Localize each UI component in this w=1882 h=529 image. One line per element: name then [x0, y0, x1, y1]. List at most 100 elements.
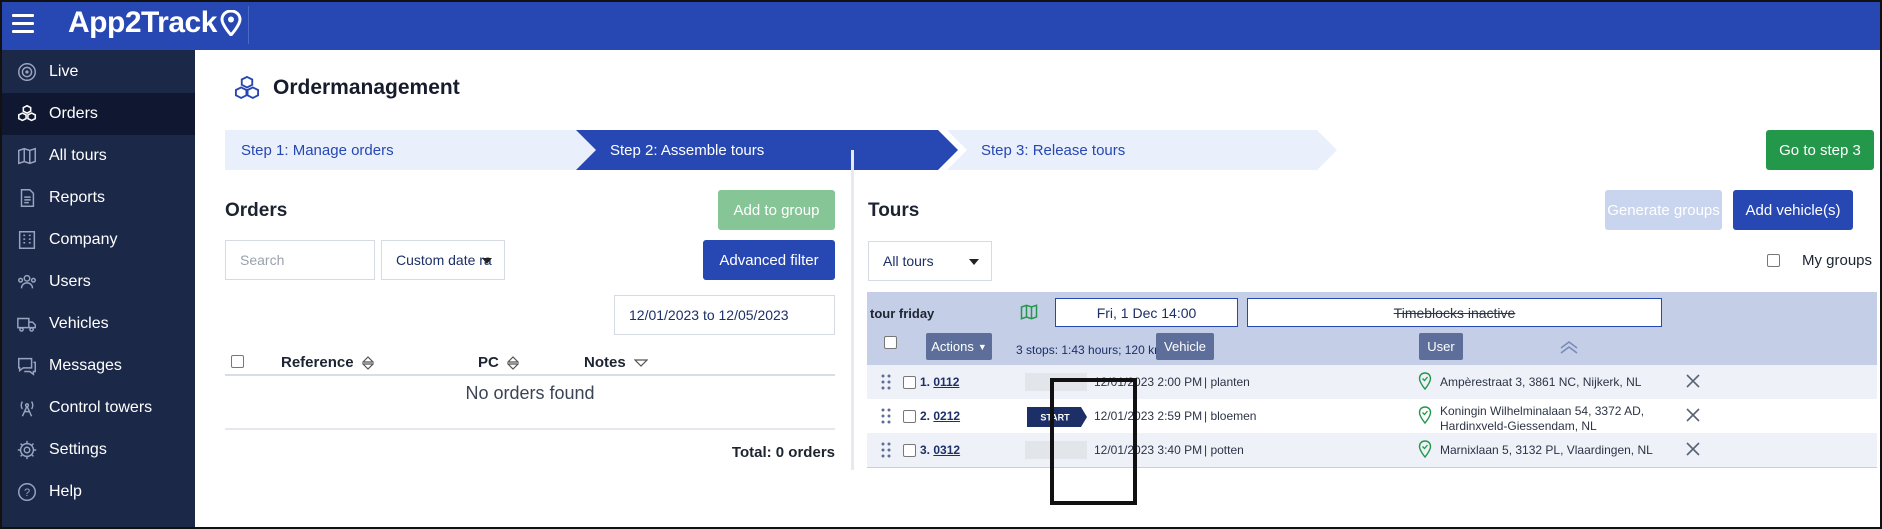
caret-down-icon: ▼: [977, 341, 987, 352]
location-pin-icon: [1418, 406, 1432, 424]
tours-filter-select[interactable]: All tours: [868, 241, 992, 281]
add-vehicles-button[interactable]: Add vehicle(s): [1733, 190, 1853, 230]
sidebar-item-label: Help: [49, 483, 82, 500]
step-2-assemble-tours[interactable]: Step 2: Assemble tours: [576, 130, 958, 170]
date-range-field[interactable]: 12/01/2023 to 12/05/2023: [614, 295, 835, 335]
boxes-icon: [234, 75, 260, 99]
svg-text:?: ?: [24, 487, 30, 499]
start-flag: START: [1027, 407, 1087, 427]
tour-summary: 3 stops: 1:43 hours; 120 km: [1016, 343, 1165, 357]
page-title: Ordermanagement: [233, 74, 460, 102]
stop-checkbox[interactable]: [903, 444, 916, 457]
sidebar-item-label: All tours: [49, 147, 107, 164]
generate-groups-button[interactable]: Generate groups: [1605, 190, 1722, 230]
add-to-group-button[interactable]: Add to group: [718, 190, 835, 230]
go-to-step-3-button[interactable]: Go to step 3: [1766, 130, 1874, 170]
app-window: App2Track Live Orders All tours Reports …: [0, 0, 1882, 529]
column-notes[interactable]: Notes: [584, 354, 648, 371]
chevron-down-icon: [482, 258, 492, 264]
stop-row[interactable]: 2. 0212 START 12/01/2023 2:59 PM | bloem…: [867, 399, 1877, 433]
users-icon: [15, 270, 39, 294]
sidebar-item-vehicles[interactable]: Vehicles: [2, 303, 195, 345]
tour-card: tour friday Fri, 1 Dec 14:00 Timeblocks …: [867, 292, 1877, 468]
step-label: Step 2: Assemble tours: [610, 141, 765, 159]
stop-index: 2.: [920, 409, 931, 423]
column-reference[interactable]: Reference: [281, 354, 374, 371]
location-pin-icon: [1418, 440, 1432, 458]
actions-label: Actions: [931, 339, 974, 354]
stop-number: 1. 0112: [920, 375, 959, 389]
main-content: Ordermanagement Step 1: Manage orders St…: [195, 50, 1880, 527]
sidebar-item-settings[interactable]: Settings: [2, 429, 195, 471]
column-pc[interactable]: PC: [478, 354, 519, 371]
sidebar-item-reports[interactable]: Reports: [2, 177, 195, 219]
close-icon[interactable]: [1685, 441, 1701, 457]
empty-status-cell: [1025, 373, 1087, 391]
hamburger-menu-icon[interactable]: [12, 14, 34, 34]
tour-date-field[interactable]: Fri, 1 Dec 14:00: [1055, 298, 1238, 327]
tour-name: tour friday: [870, 306, 935, 321]
stop-checkbox[interactable]: [903, 410, 916, 423]
brand-name: App2Track: [68, 6, 217, 39]
timeblocks-field[interactable]: Timeblocks inactive: [1247, 298, 1662, 327]
stop-reference-link[interactable]: 0212: [933, 409, 960, 423]
stop-address: Ampèrestraat 3, 3861 NC, Nijkerk, NL: [1440, 375, 1642, 389]
my-groups-checkbox[interactable]: [1767, 254, 1780, 267]
date-filter-select[interactable]: Custom date ra: [381, 240, 505, 280]
orders-total: Total: 0 orders: [731, 444, 835, 461]
user-button[interactable]: User: [1419, 333, 1463, 360]
messages-icon: [15, 354, 39, 378]
drag-handle-icon[interactable]: [881, 374, 891, 390]
sidebar-item-users[interactable]: Users: [2, 261, 195, 303]
my-groups-label: My groups: [1802, 252, 1873, 269]
sidebar-item-label: Control towers: [49, 399, 153, 416]
truck-icon: [15, 312, 39, 336]
sort-descending-icon: [633, 358, 648, 367]
sidebar: Live Orders All tours Reports Company Us…: [2, 50, 195, 527]
top-bar: App2Track: [2, 2, 1880, 50]
my-groups-toggle[interactable]: My groups: [1767, 252, 1872, 269]
stop-number: 2. 0212: [920, 409, 960, 423]
collapse-chevron-icon[interactable]: [1559, 339, 1579, 355]
stop-row[interactable]: 3. 0312 12/01/2023 3:40 PM | potten Marn…: [867, 433, 1877, 467]
sidebar-item-help[interactable]: ? Help: [2, 471, 195, 513]
advanced-filter-button[interactable]: Advanced filter: [703, 240, 835, 280]
drag-handle-icon[interactable]: [881, 408, 891, 424]
antenna-icon: [15, 396, 39, 420]
actions-dropdown-button[interactable]: Actions ▼: [926, 333, 992, 360]
step-3-release-tours[interactable]: Step 3: Release tours: [947, 130, 1337, 170]
stop-index: 1.: [920, 375, 931, 389]
stop-checkbox[interactable]: [903, 376, 916, 389]
vehicle-button[interactable]: Vehicle: [1156, 333, 1214, 360]
orders-title: Orders: [225, 200, 288, 221]
empty-state-message: No orders found: [465, 383, 595, 403]
stop-reference-link[interactable]: 0112: [933, 375, 959, 389]
map-icon: [15, 144, 39, 168]
orders-table-header: Reference PC Notes: [225, 350, 835, 376]
stop-row[interactable]: 1. 0112 12/01/2023 2:00 PM | planten Amp…: [867, 365, 1877, 399]
brand-logo[interactable]: App2Track: [68, 6, 242, 40]
location-pin-icon: [220, 10, 242, 36]
close-icon[interactable]: [1685, 373, 1701, 389]
sidebar-item-label: Reports: [49, 189, 106, 206]
step-label: Step 3: Release tours: [981, 141, 1126, 159]
drag-handle-icon[interactable]: [881, 442, 891, 458]
map-icon[interactable]: [1019, 302, 1039, 322]
stop-reference-link[interactable]: 0312: [933, 443, 960, 457]
stop-address: Marnixlaan 5, 3132 PL, Vlaardingen, NL: [1440, 443, 1653, 457]
sort-icon: [361, 355, 374, 370]
sidebar-item-orders[interactable]: Orders: [2, 93, 195, 135]
select-all-orders-checkbox[interactable]: [231, 355, 244, 368]
sidebar-item-company[interactable]: Company: [2, 219, 195, 261]
select-all-stops-checkbox[interactable]: [884, 336, 897, 349]
close-icon[interactable]: [1685, 407, 1701, 423]
sidebar-item-live[interactable]: Live: [2, 51, 195, 93]
tours-filter-value: All tours: [883, 253, 934, 269]
sidebar-item-messages[interactable]: Messages: [2, 345, 195, 387]
sidebar-item-control-towers[interactable]: Control towers: [2, 387, 195, 429]
stop-time: 12/01/2023 2:59 PM: [1094, 409, 1203, 423]
stop-note: | bloemen: [1204, 409, 1257, 423]
topbar-divider: [248, 6, 249, 44]
search-input[interactable]: [225, 240, 375, 280]
sidebar-item-all-tours[interactable]: All tours: [2, 135, 195, 177]
